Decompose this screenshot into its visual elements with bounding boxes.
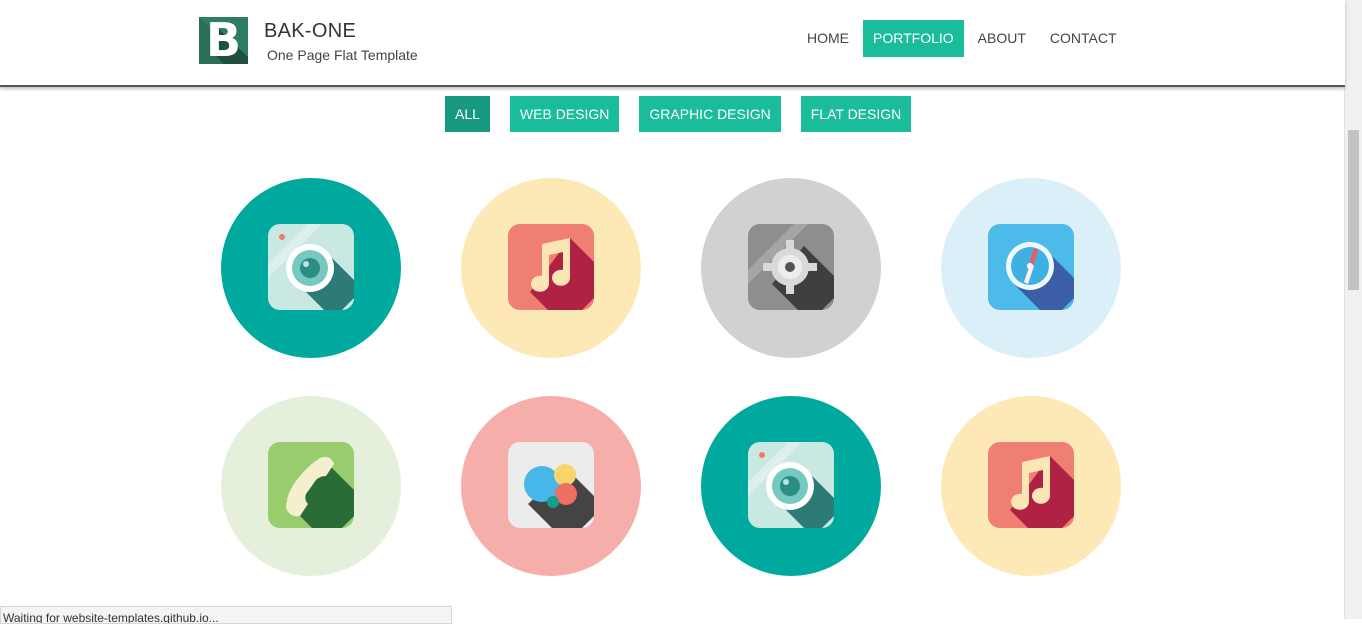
compass-icon	[988, 224, 1074, 310]
portfolio-filters: ALL WEB DESIGN GRAPHIC DESIGN FLAT DESIG…	[445, 96, 931, 132]
filter-web-design-button[interactable]: WEB DESIGN	[509, 96, 620, 132]
nav-contact[interactable]: CONTACT	[1040, 20, 1127, 57]
nav-portfolio[interactable]: PORTFOLIO	[863, 20, 964, 57]
filter-graphic-design-button[interactable]: GRAPHIC DESIGN	[639, 96, 781, 132]
portfolio-item[interactable]	[221, 396, 401, 576]
portfolio-item[interactable]	[221, 178, 401, 358]
portfolio-item[interactable]	[461, 178, 641, 358]
logo-letter: B	[205, 17, 242, 64]
filter-flat-design-button[interactable]: FLAT DESIGN	[800, 96, 912, 132]
page-scrollbar[interactable]	[1344, 0, 1362, 619]
site-header: B BAK-ONE One Page Flat Template HOME PO…	[0, 0, 1345, 87]
filter-all-button[interactable]: ALL	[445, 96, 490, 132]
logo[interactable]: B	[199, 17, 248, 64]
camera-icon	[748, 442, 834, 528]
camera-icon	[268, 224, 354, 310]
portfolio-item[interactable]	[941, 396, 1121, 576]
nav-home[interactable]: HOME	[797, 20, 859, 57]
portfolio-item[interactable]	[941, 178, 1121, 358]
portfolio-item[interactable]	[701, 396, 881, 576]
portfolio-item[interactable]	[701, 178, 881, 358]
phone-icon	[268, 442, 354, 528]
chat-bubbles-icon	[508, 442, 594, 528]
settings-icon	[748, 224, 834, 310]
music-icon	[508, 224, 594, 310]
scrollbar-thumb[interactable]	[1348, 130, 1359, 290]
portfolio-item[interactable]	[461, 396, 641, 576]
brand-subtitle: One Page Flat Template	[267, 47, 418, 63]
music-icon	[988, 442, 1074, 528]
nav-about[interactable]: ABOUT	[968, 20, 1036, 57]
browser-status-bar: Waiting for website-templates.github.io.…	[0, 606, 452, 624]
main-nav: HOME PORTFOLIO ABOUT CONTACT	[797, 20, 1131, 57]
brand-title[interactable]: BAK-ONE	[264, 20, 356, 43]
